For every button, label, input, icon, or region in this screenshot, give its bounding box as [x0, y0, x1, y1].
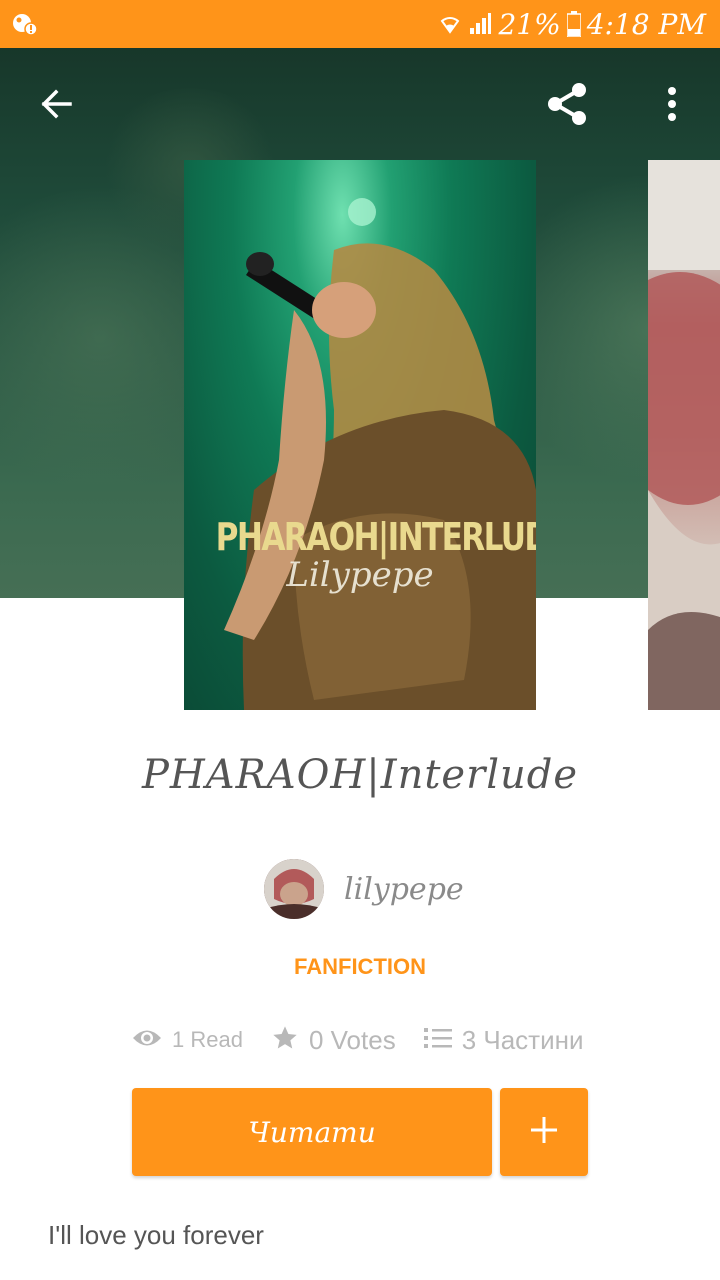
parts-count: 3 Частини [461, 1024, 584, 1055]
plus-icon [530, 1116, 558, 1149]
cover-title-text: PHARAOH|INTERLUDE [215, 515, 536, 559]
status-bar: 21% 4:18 PM [0, 0, 720, 48]
read-button[interactable]: Читати [132, 1088, 492, 1176]
story-description: I'll love you forever [48, 1220, 264, 1250]
author-name[interactable]: lilypepe [344, 872, 464, 907]
avatar[interactable] [264, 859, 324, 919]
add-to-library-button[interactable] [500, 1088, 588, 1176]
more-vert-icon[interactable] [648, 80, 696, 128]
author-row[interactable]: lilypepe [264, 858, 464, 920]
parts-stat: 3 Частини [423, 1024, 584, 1056]
list-icon [423, 1027, 452, 1054]
eye-icon [132, 1027, 162, 1054]
share-icon[interactable] [543, 80, 591, 128]
reads-count: 1 Read [172, 1027, 243, 1052]
story-cover[interactable]: PHARAOH|INTERLUDE Lilypepe [184, 160, 536, 710]
arrow-back-icon[interactable] [32, 80, 80, 128]
battery-icon [566, 11, 581, 37]
story-title: PHARAOH|Interlude [141, 752, 579, 798]
reads-stat: 1 Read [132, 1027, 243, 1054]
votes-stat: 0 Votes [271, 1024, 396, 1057]
read-button-label: Читати [248, 1115, 376, 1149]
next-story-cover[interactable] [648, 160, 720, 710]
star-icon [271, 1024, 299, 1057]
votes-count: 0 Votes [308, 1024, 396, 1055]
category-label[interactable]: FANFICTION [0, 954, 720, 980]
signal-icon [468, 12, 492, 36]
story-stats: 1 Read 0 Votes 3 Частини [132, 1018, 583, 1062]
notification-icon [12, 12, 38, 36]
battery-percent: 21% [498, 7, 561, 41]
cover-author-text: Lilypepe [286, 555, 434, 595]
wifi-icon [438, 12, 462, 36]
status-time: 4:18 PM [586, 7, 706, 41]
